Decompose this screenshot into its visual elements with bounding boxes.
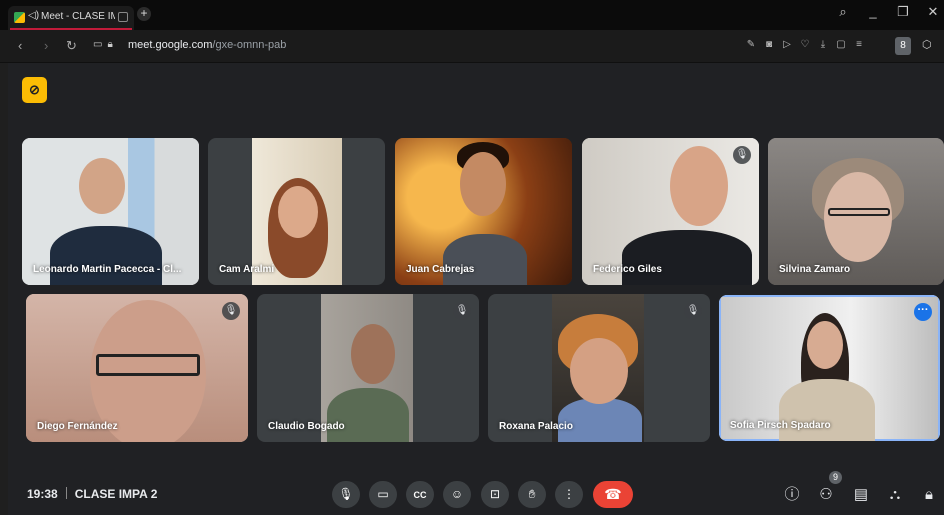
present-button[interactable]: ⊡ — [481, 481, 509, 508]
browser-title-bar: ◁) Meet - CLASE IMP + ⌕ _ ❐ ✕ — [0, 0, 944, 30]
participant-name: Juan Cabrejas — [406, 264, 475, 275]
extensions-icon[interactable]: ⬡ — [922, 38, 936, 54]
meeting-time: 19:38 — [27, 487, 58, 501]
muted-mic-icon: 🎙︎ — [684, 302, 702, 320]
leave-call-button[interactable]: ☎︎ — [593, 481, 633, 508]
window-controls: ⌕ _ ❐ ✕ — [836, 4, 944, 20]
chat-icon: ▤ — [853, 486, 869, 503]
captions-icon: CC — [413, 490, 427, 500]
search-tabs-icon[interactable]: ⌕ — [836, 4, 850, 20]
present-icon: ⊡ — [489, 487, 501, 501]
muted-mic-icon: 🎙︎ — [453, 302, 471, 320]
raise-hand-button[interactable]: ✋︎ — [518, 481, 546, 508]
download-icon[interactable]: ⤓ — [817, 38, 829, 52]
meeting-name: CLASE IMPA 2 — [74, 487, 158, 501]
tab-group-icon[interactable] — [118, 12, 128, 22]
participant-tile-active-speaker[interactable]: ··· Sofia Pirsch Spadaro — [719, 295, 940, 441]
hangup-icon: ☎︎ — [604, 486, 622, 502]
edit-icon[interactable]: ✎ — [745, 38, 757, 52]
participant-name: Diego Fernández — [37, 421, 118, 432]
info-icon: ⓘ — [784, 486, 800, 503]
participant-name: Roxana Palacio — [499, 421, 573, 432]
close-icon[interactable]: ✕ — [926, 4, 940, 20]
raise-hand-icon: ✋︎ — [528, 487, 536, 501]
meet-favicon-icon — [14, 12, 25, 23]
muted-mic-icon: 🎙︎ — [222, 302, 240, 320]
heart-icon[interactable]: ♡ — [799, 38, 811, 52]
participant-name: Cam Aralmi — [219, 264, 275, 275]
menu-icon[interactable]: ≡ — [853, 38, 865, 52]
meeting-details: 19:38 CLASE IMPA 2 — [27, 487, 157, 501]
camera-button[interactable]: ▭ — [369, 481, 397, 508]
participant-name: Claudio Bogado — [268, 421, 345, 432]
participant-tile[interactable]: 🎙︎ Federico Giles — [582, 138, 759, 285]
activities-button[interactable]: ⛬ — [884, 484, 906, 506]
profile-button[interactable]: 8 — [895, 37, 911, 55]
minimize-icon[interactable]: _ — [866, 4, 880, 20]
meeting-info-button[interactable]: ⓘ — [781, 484, 803, 506]
participant-tile[interactable]: Silvina Zamaro — [768, 138, 944, 285]
participant-tile[interactable]: 🎙︎ Diego Fernández — [26, 294, 248, 442]
participant-name: Silvina Zamaro — [779, 264, 851, 275]
muted-mic-icon: 🎙︎ — [733, 146, 751, 164]
microphone-icon: 🎙︎ — [338, 487, 354, 501]
audio-playing-icon[interactable]: ◁) — [28, 10, 39, 21]
microphone-button[interactable]: 🎙︎ — [332, 481, 360, 508]
restore-icon[interactable]: ❐ — [896, 4, 910, 20]
site-info[interactable]: ▭ 🔒︎ — [93, 39, 113, 50]
browser-tools: ✎ ◙ ▷ ♡ ⤓ ▢ ≡ — [745, 38, 865, 52]
more-options-icon[interactable]: ··· — [914, 303, 932, 321]
participant-name: Sofia Pirsch Spadaro — [730, 420, 831, 431]
participant-name: Federico Giles — [593, 264, 662, 275]
people-button[interactable]: ⚇ — [815, 484, 837, 506]
participant-tile[interactable]: 🎙︎ Claudio Bogado — [257, 294, 479, 442]
participant-tile[interactable]: Cam Aralmi — [208, 138, 385, 285]
tab-title: Meet - CLASE IMP — [41, 11, 115, 22]
forward-icon[interactable]: › — [44, 38, 48, 53]
participant-tile[interactable]: 🎙︎ Roxana Palacio — [488, 294, 710, 442]
new-tab-button[interactable]: + — [137, 7, 151, 21]
more-vert-icon: ⋮ — [563, 487, 575, 501]
chat-button[interactable]: ▤ — [850, 484, 872, 506]
tab-sharing-icon[interactable]: ▭ — [93, 39, 102, 50]
people-icon: ⚇ — [819, 486, 833, 503]
reload-icon[interactable]: ↻ — [66, 38, 77, 54]
screenshot-icon[interactable]: ◙ — [763, 38, 775, 52]
emoji-button[interactable]: ☺ — [443, 481, 471, 508]
url-host: meet.google.com — [128, 39, 213, 51]
url-path: /gxe-omnn-pab — [212, 39, 287, 51]
more-options-button[interactable]: ⋮ — [555, 481, 583, 508]
divider — [65, 487, 67, 499]
lock-icon[interactable]: 🔒︎ — [107, 39, 112, 50]
meet-stage — [8, 63, 944, 515]
emoji-icon: ☺ — [450, 487, 464, 501]
people-count-badge: 9 — [829, 471, 842, 484]
host-controls-button[interactable]: 🔒︎ — [918, 484, 940, 506]
back-icon[interactable]: ‹ — [18, 38, 22, 53]
camera-off-icon[interactable]: ⊘ — [22, 77, 47, 103]
address-bar[interactable]: meet.google.com/gxe-omnn-pab — [128, 39, 286, 51]
participant-name: Leonardo Martin Pacecca - Cl... — [33, 264, 182, 275]
camera-icon: ▭ — [377, 487, 389, 501]
host-controls-icon: 🔒︎ — [925, 486, 933, 503]
browser-toolbar: ‹ › ↻ ▭ 🔒︎ meet.google.com/gxe-omnn-pab … — [0, 30, 944, 63]
play-icon[interactable]: ▷ — [781, 38, 793, 52]
participant-tile[interactable]: Juan Cabrejas — [395, 138, 572, 285]
captions-button[interactable]: CC — [406, 481, 434, 508]
participant-tile[interactable]: Leonardo Martin Pacecca - Cl... — [22, 138, 199, 285]
browser-tab[interactable]: ◁) Meet - CLASE IMP — [8, 6, 134, 30]
activities-icon: ⛬ — [889, 486, 901, 503]
battery-saver-icon[interactable]: ▢ — [835, 38, 847, 52]
